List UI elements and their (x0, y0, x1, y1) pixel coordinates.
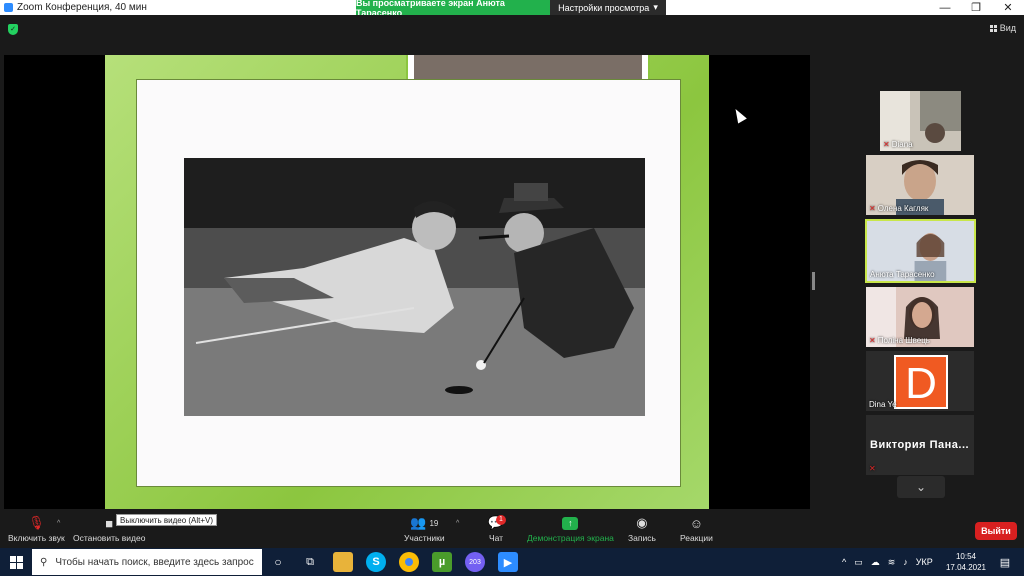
gallery-scroll-down-button[interactable]: ⌄ (897, 476, 945, 498)
mic-muted-icon: ✕ (869, 336, 876, 345)
participant-tile[interactable]: Виктория Пана... ✕ (866, 415, 974, 475)
mic-off-icon: 🎙 (28, 515, 45, 530)
onedrive-icon[interactable]: ☁ (871, 557, 880, 568)
participants-button[interactable]: 👥 19 Участники (404, 515, 445, 543)
share-screen-button[interactable]: ↑ Демонстрация экрана (527, 516, 614, 543)
taskbar-clock[interactable]: 10:54 17.04.2021 (944, 551, 988, 573)
chat-unread-badge: 1 (496, 515, 506, 525)
participant-name: Dina Ye (869, 400, 897, 409)
participants-icon: 👥 19 (410, 515, 439, 530)
taskbar-search-input[interactable]: ⚲ Чтобы начать поиск, введите здесь запр… (32, 549, 262, 575)
skype-icon[interactable]: S (366, 552, 386, 572)
participant-name: Анюта Тарасенко (870, 270, 935, 279)
app-title: Zoom Конференция, 40 мин (4, 2, 147, 13)
notifications-icon[interactable]: ▤ (996, 553, 1014, 571)
audio-options-caret-icon[interactable]: ^ (57, 520, 60, 527)
record-icon: ◉ (636, 515, 648, 530)
participants-label: Участники (404, 533, 445, 543)
participant-tile[interactable]: ✕ Олена Кагляк (866, 155, 974, 215)
mic-muted-icon: ✕ (883, 140, 890, 149)
panel-resize-handle[interactable] (812, 272, 815, 290)
chevron-up-icon[interactable]: ^ (842, 557, 846, 567)
meeting-topbar: ✓ Вид (0, 15, 1024, 42)
shared-screen (4, 55, 810, 509)
clock-date: 17.04.2021 (945, 563, 987, 572)
mic-muted-icon: ✕ (869, 204, 876, 213)
zoom-taskbar-icon[interactable]: ▶ (498, 552, 518, 572)
clock-time: 10:54 (955, 552, 977, 561)
participants-count: 19 (429, 518, 439, 528)
encryption-shield-icon[interactable]: ✓ (8, 24, 18, 35)
participant-name: Олена Кагляк (877, 204, 929, 213)
record-label: Запись (628, 533, 656, 543)
stop-video-label: Остановить видео (73, 533, 146, 543)
grid-view-icon (989, 24, 997, 32)
golf-photo (184, 158, 645, 416)
share-screen-label: Демонстрация экрана (527, 533, 614, 543)
task-view-icon[interactable]: ⧉ (300, 552, 320, 572)
share-screen-icon: ↑ (561, 516, 579, 530)
viber-icon[interactable]: 203 (465, 552, 485, 572)
chrome-icon[interactable] (399, 552, 419, 572)
participant-name: Поліна Швець (877, 336, 930, 345)
participant-name: Diana (891, 140, 913, 149)
participant-tile-active-speaker[interactable]: Анюта Тарасенко (865, 219, 976, 283)
chat-label: Чат (488, 533, 504, 543)
slide-content-card (136, 79, 681, 487)
system-tray: ^ ▭ ☁ ≋ ♪ УКР (842, 548, 933, 576)
cortana-icon[interactable]: ○ (268, 552, 288, 572)
participant-tile[interactable]: ✕ Diana (880, 91, 961, 151)
viber-badge: 203 (469, 558, 481, 566)
presentation-slide (105, 55, 709, 509)
window-title: Zoom Конференция, 40 мин (17, 2, 147, 13)
windows-start-icon[interactable] (10, 556, 23, 569)
view-button[interactable]: Вид (989, 23, 1016, 33)
minimize-button[interactable]: — (930, 0, 960, 15)
wifi-icon[interactable]: ≋ (888, 557, 896, 568)
view-label: Вид (999, 23, 1016, 33)
view-settings-button[interactable]: Настройки просмотра ▾ (550, 0, 666, 15)
maximize-button[interactable]: ❐ (961, 0, 991, 15)
reactions-button[interactable]: ☺ Реакции (680, 515, 713, 544)
search-placeholder: Чтобы начать поиск, введите здесь запрос (55, 556, 254, 568)
video-tooltip: Выключить видео (Alt+V) (116, 514, 218, 526)
participant-tile[interactable]: ✕ Поліна Швець (866, 287, 974, 347)
chevron-down-icon: ▾ (653, 2, 658, 12)
unmute-label: Включить звук (8, 533, 65, 543)
zoom-logo-icon (4, 3, 13, 12)
screen-share-banner: Вы просматриваете экран Анюта Тарасенко (356, 0, 550, 18)
record-button[interactable]: ◉ Запись (628, 515, 656, 543)
reactions-icon: ☺ (689, 515, 704, 531)
utorrent-icon[interactable]: µ (432, 552, 452, 572)
windows-taskbar: ⚲ Чтобы начать поиск, введите здесь запр… (0, 548, 1024, 576)
participant-avatar-logo: D (894, 355, 948, 409)
language-indicator[interactable]: УКР (916, 557, 933, 567)
participants-options-caret-icon[interactable]: ^ (456, 520, 459, 527)
volume-icon[interactable]: ♪ (903, 557, 908, 567)
mic-muted-icon: ✕ (869, 464, 876, 473)
file-explorer-icon[interactable] (333, 552, 353, 572)
view-settings-label: Настройки просмотра (558, 2, 650, 13)
search-icon: ⚲ (40, 556, 48, 568)
reactions-label: Реакции (680, 533, 713, 543)
participant-name: Виктория Пана... (870, 439, 970, 451)
leave-meeting-button[interactable]: Выйти (975, 522, 1017, 540)
participant-tile[interactable]: D Dina Ye (866, 351, 974, 411)
close-button[interactable]: ✕ (993, 0, 1023, 15)
network-icon[interactable]: ▭ (854, 557, 863, 568)
